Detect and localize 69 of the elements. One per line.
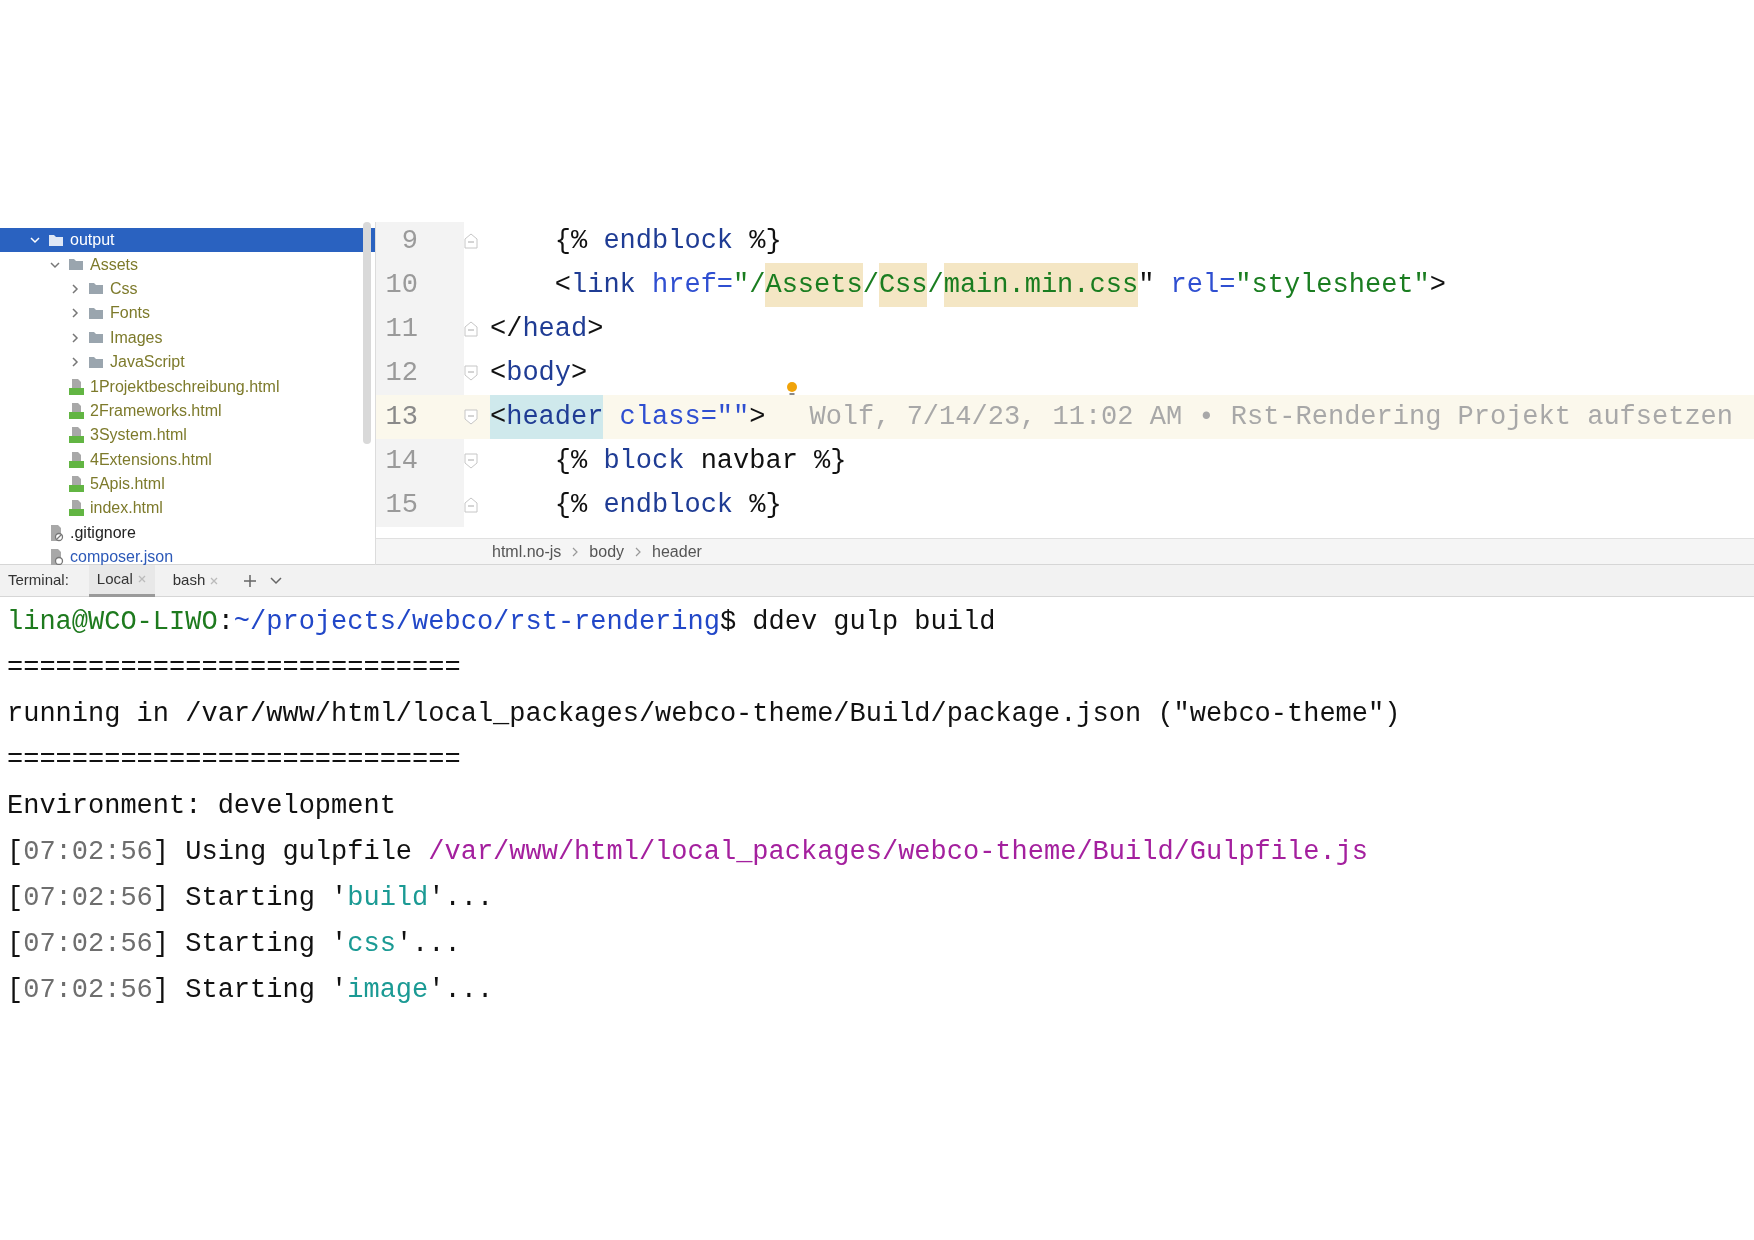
breadcrumb[interactable]: header [648,539,706,564]
tree-item[interactable]: .gitignore [0,520,375,546]
tree-item[interactable]: output [0,228,375,253]
terminal-line: [07:02:56] Starting 'image'... [7,974,495,1007]
terminal-line: [07:02:56] Using gulpfile /var/www/html/local_packages/webco-theme/Build/Gulpfile.js [7,836,1370,869]
tree-item[interactable]: index.html [0,496,375,521]
tree-item[interactable]: Images [0,325,375,350]
terminal-line: [07:02:56] Starting 'css'... [7,928,462,961]
close-icon [209,575,220,586]
chevron-right-icon [69,356,81,369]
tree-item[interactable]: Css [0,276,375,302]
json-file-icon [48,548,64,565]
tree-item[interactable]: Assets [0,252,375,277]
html-file-icon [68,475,84,494]
chevron-right-icon [571,546,580,557]
blame-annotation: Wolf, 7/14/23, 11:02 AM • Rst-Rendering Projekt aufsetzen [809,400,1733,434]
plus-icon [243,573,258,588]
terminal-line: ============================ [7,744,462,777]
html-file-icon [68,450,84,469]
line-number: 12 [376,351,464,395]
tree-item[interactable]: 2Frameworks.html [0,398,375,424]
tree-item[interactable]: 4Extensions.html [0,447,375,472]
tree-item[interactable]: 5Apis.html [0,471,375,497]
chevron-right-icon [634,546,643,557]
html-file-icon [68,401,84,420]
terminal-line: running in /var/www/html/local_packages/webco-theme/Build/package.json ("webco-theme") [7,698,1402,731]
breadcrumb[interactable]: body [585,539,629,564]
tree-item[interactable]: 1Projektbeschreibung.html [0,374,375,399]
chevron-right-icon [69,331,81,344]
folder-icon [88,306,104,320]
scrollbar[interactable] [363,222,371,444]
code-line: <header class=""> [490,395,766,439]
terminal-tab[interactable]: bash [164,564,228,597]
code-line: {% endblock %} [553,488,782,522]
tree-item[interactable]: Fonts [0,301,375,326]
folder-icon [88,355,104,369]
tree-item[interactable]: 3System.html [0,423,375,448]
terminal-tab[interactable]: Local [88,564,155,597]
terminal-line: ============================ [7,652,462,685]
code-line: </head> [490,312,604,346]
tree-item[interactable]: composer.json [0,545,375,565]
html-file-icon [68,426,84,445]
line-number: 14 [376,439,464,483]
chevron-right-icon [69,282,81,295]
line-number: 11 [376,307,464,351]
terminal-line: [07:02:56] Starting 'build'... [7,882,495,915]
chevron-down-icon [269,575,284,586]
tree-item[interactable]: JavaScript [0,349,375,375]
folder-icon [48,233,64,247]
folder-icon [88,282,104,296]
folder-icon [68,258,84,272]
breadcrumb[interactable]: html.no-js [488,539,566,564]
terminal-line: Environment: development [7,790,397,823]
terminal-line: lina@WCO-LIWO:~/projects/webco/rst-rendering$ ddev gulp build [7,606,997,639]
line-number: 9 [376,222,464,263]
html-file-icon [68,377,84,396]
line-number: 10 [376,263,464,307]
ignored-file-icon [48,523,64,542]
code-line: {% endblock %} [553,224,782,258]
folder-icon [88,331,104,345]
html-file-icon [68,499,84,518]
panel-label: Terminal: [8,570,69,591]
close-icon [136,574,147,584]
lightbulb-icon [786,381,798,397]
code-line: <body> [490,356,588,390]
code-line: {% block navbar %} [553,444,847,478]
line-number: 15 [376,483,464,527]
chevron-right-icon [69,307,81,320]
code-line: <link href="/Assets/Css/main.min.css" rel="stylesheet"> [490,263,1446,307]
